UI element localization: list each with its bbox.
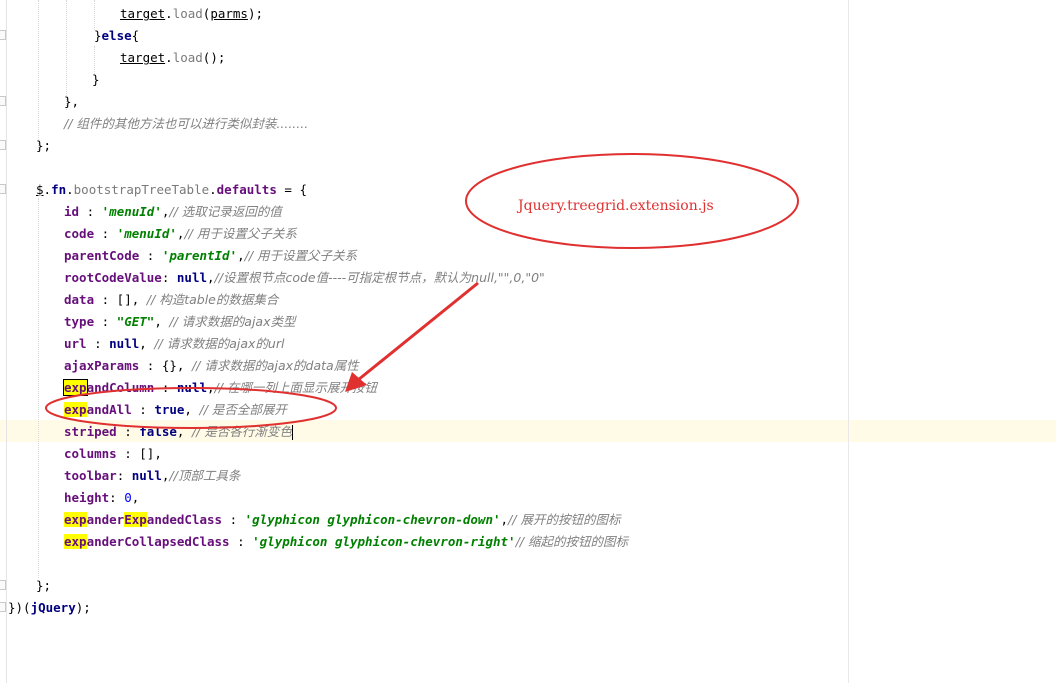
property-key: ajaxParams xyxy=(64,358,140,373)
code-line[interactable]: // 组件的其他方法也可以进行类似封装........ xyxy=(64,113,308,135)
property-key: url xyxy=(64,336,87,351)
code-line[interactable]: }, xyxy=(64,91,79,113)
search-highlight: Exp xyxy=(124,512,147,527)
code-line[interactable]: parentCode : 'parentId',// 用于设置父子关系 xyxy=(64,245,357,267)
property-value: null xyxy=(131,468,162,483)
search-highlight: exp xyxy=(63,379,88,396)
property-key: parentCode xyxy=(64,248,140,263)
property-key: code xyxy=(64,226,95,241)
property-key: columns xyxy=(64,446,117,461)
code-token: parms xyxy=(210,6,248,21)
property-value: 0 xyxy=(124,490,132,505)
code-line[interactable]: data : [], // 构造table的数据集合 xyxy=(64,289,278,311)
code-line[interactable]: id : 'menuId',// 选取记录返回的值 xyxy=(64,201,282,223)
search-highlight: exp xyxy=(64,534,87,549)
code-token: bootstrapTreeTable xyxy=(73,182,210,197)
code-comment: //设置根节点code值----可指定根节点，默认为null,"",0,"0" xyxy=(214,270,545,285)
search-highlight: exp xyxy=(64,512,87,527)
gutter-divider xyxy=(6,0,7,683)
code-line[interactable]: height: 0, xyxy=(64,487,139,509)
code-line[interactable]: url : null, // 请求数据的ajax的url xyxy=(64,333,284,355)
property-key: anderCollapsedClass xyxy=(86,534,230,549)
text-caret xyxy=(291,425,293,440)
search-highlight: exp xyxy=(64,402,87,417)
code-line[interactable]: expandColumn : null,// 在哪一列上面显示展开按钮 xyxy=(63,377,377,399)
fold-marker[interactable] xyxy=(0,30,6,40)
code-line[interactable]: toolbar: null,//顶部工具条 xyxy=(64,465,240,487)
property-value: 'glyphicon glyphicon-chevron-down' xyxy=(244,512,501,527)
code-token: load xyxy=(172,6,203,21)
code-comment: // 展开的按钮的图标 xyxy=(508,512,621,527)
code-line[interactable]: }; xyxy=(36,135,51,157)
code-line[interactable]: $.fn.bootstrapTreeTable.defaults = { xyxy=(36,179,307,201)
code-line[interactable]: striped : false, // 是否各行渐变色 xyxy=(64,421,293,443)
fold-marker[interactable] xyxy=(0,602,6,612)
fold-marker[interactable] xyxy=(0,580,6,590)
code-comment: // 构造table的数据集合 xyxy=(146,292,279,307)
property-key: height xyxy=(64,490,110,505)
code-comment: //顶部工具条 xyxy=(169,468,241,483)
code-line[interactable]: })(jQuery); xyxy=(8,597,91,619)
property-value: 'menuId' xyxy=(101,204,162,219)
code-line[interactable]: expanderExpandedClass : 'glyphicon glyph… xyxy=(64,509,620,531)
code-token: jQuery xyxy=(30,600,76,615)
annotation-label: Jquery.treegrid.extension.js xyxy=(518,198,714,214)
fold-marker[interactable] xyxy=(0,140,6,150)
property-key: andedClass xyxy=(146,512,223,527)
code-line[interactable]: columns : [], xyxy=(64,443,162,465)
code-comment: // 用于设置父子关系 xyxy=(184,226,297,241)
property-value: null xyxy=(109,336,140,351)
code-line[interactable]: ajaxParams : {}, // 请求数据的ajax的data属性 xyxy=(64,355,359,377)
code-line[interactable]: rootCodeValue: null,//设置根节点code值----可指定根… xyxy=(64,267,545,289)
indent-guide xyxy=(38,0,39,150)
fold-marker[interactable] xyxy=(0,96,6,106)
code-line[interactable]: } xyxy=(92,69,100,91)
code-token: defaults xyxy=(216,182,277,197)
code-comment: // 用于设置父子关系 xyxy=(244,248,358,263)
property-key: rootCodeValue xyxy=(64,270,162,285)
fold-marker[interactable] xyxy=(0,184,6,194)
property-key: striped xyxy=(64,424,117,439)
property-value: 'glyphicon glyphicon-chevron-right' xyxy=(252,534,516,549)
property-key: id xyxy=(64,204,80,219)
indent-guide xyxy=(38,198,39,578)
code-line[interactable]: }; xyxy=(36,575,51,597)
property-value: true xyxy=(154,402,185,417)
property-value: "GET" xyxy=(116,314,155,329)
code-line[interactable]: type : "GET", // 请求数据的ajax类型 xyxy=(64,311,295,333)
property-key: andColumn xyxy=(86,380,155,395)
property-key: data xyxy=(64,292,95,307)
property-key: andAll xyxy=(86,402,132,417)
code-line[interactable]: target.load(); xyxy=(120,47,225,69)
code-comment: // 是否各行渐变色 xyxy=(191,424,292,439)
property-value: 'parentId' xyxy=(161,248,238,263)
code-line[interactable]: expanderCollapsedClass : 'glyphicon glyp… xyxy=(64,531,628,553)
code-token: target xyxy=(120,6,166,21)
property-key: type xyxy=(64,314,95,329)
code-token: load xyxy=(172,50,203,65)
code-line[interactable]: expandAll : true, // 是否全部展开 xyxy=(64,399,287,421)
code-comment: // 请求数据的ajax的data属性 xyxy=(191,358,359,373)
annotation-arrow-line xyxy=(357,281,479,382)
property-key: toolbar xyxy=(64,468,117,483)
code-comment: // 请求数据的ajax的url xyxy=(154,336,285,351)
code-comment: // 是否全部展开 xyxy=(199,402,287,417)
property-value: null xyxy=(176,380,207,395)
property-value: null xyxy=(176,270,208,285)
property-value: false xyxy=(139,424,177,439)
property-key: ander xyxy=(86,512,125,527)
code-line[interactable]: code : 'menuId',// 用于设置父子关系 xyxy=(64,223,297,245)
code-line[interactable]: target.load(parms); xyxy=(120,3,263,25)
code-token: target xyxy=(120,50,166,65)
code-comment: // 请求数据的ajax类型 xyxy=(169,314,296,329)
code-comment: // 选取记录返回的值 xyxy=(169,204,282,219)
property-value: 'menuId' xyxy=(116,226,177,241)
code-token: else xyxy=(101,28,132,43)
right-margin-guide xyxy=(848,0,849,683)
code-comment: // 在哪一列上面显示展开按钮 xyxy=(214,380,377,395)
code-line[interactable]: }else{ xyxy=(94,25,139,47)
code-comment: // 组件的其他方法也可以进行类似封装........ xyxy=(64,116,309,131)
code-comment: // 缩起的按钮的图标 xyxy=(515,534,628,549)
